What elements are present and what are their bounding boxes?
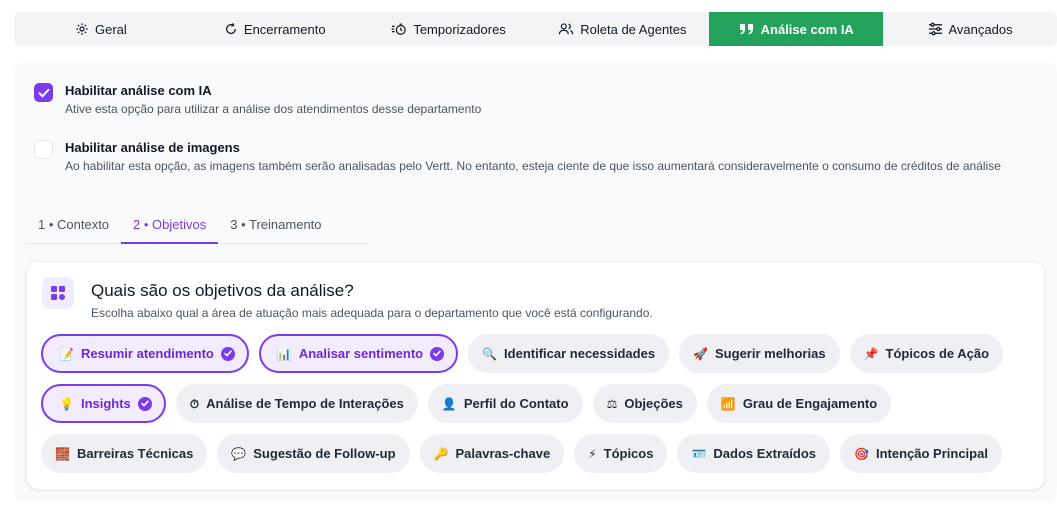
users-icon bbox=[558, 22, 574, 36]
chip-emoji-icon: 📶 bbox=[720, 396, 736, 411]
image-analysis-description: Ao habilitar esta opção, as imagens tamb… bbox=[65, 159, 1001, 173]
step-objetivos[interactable]: 2 • Objetivos bbox=[121, 206, 219, 244]
tab-encerramento[interactable]: Encerramento bbox=[188, 12, 362, 46]
objective-chips: 📝 Resumir atendimento 📊 Analisar sentimento… bbox=[41, 334, 1031, 484]
chip-row: 💡 Insights ⏱ Análise de Tempo de Interações… bbox=[41, 384, 1031, 423]
tab-label: Roleta de Agentes bbox=[580, 21, 687, 37]
objective-chip[interactable]: 👤 Perfil do Contato bbox=[427, 384, 583, 423]
chip-label: Dados Extraídos bbox=[713, 446, 817, 461]
image-analysis-checkbox[interactable] bbox=[34, 140, 53, 159]
objective-chip[interactable]: 💡 Insights bbox=[41, 384, 166, 423]
chip-label: Barreiras Técnicas bbox=[76, 446, 194, 461]
chip-label: Grau de Engajamento bbox=[742, 396, 878, 411]
step-contexto[interactable]: 1 • Contexto bbox=[26, 206, 121, 242]
step-treinamento[interactable]: 3 • Treinamento bbox=[218, 206, 333, 242]
tab-temporizadores[interactable]: Temporizadores bbox=[362, 12, 536, 46]
chip-row: 📝 Resumir atendimento 📊 Analisar sentimento… bbox=[41, 334, 1031, 373]
image-analysis-title: Habilitar análise de imagens bbox=[65, 140, 240, 155]
tab-label: Temporizadores bbox=[413, 21, 506, 37]
tab-analise-com-ia[interactable]: Análise com IA bbox=[709, 12, 884, 46]
chip-label: Análise de Tempo de Interações bbox=[206, 396, 404, 411]
chip-emoji-icon: ⚡ bbox=[588, 446, 597, 461]
objective-chip[interactable]: 📝 Resumir atendimento bbox=[41, 334, 249, 373]
objective-chip[interactable]: 🧱 Barreiras Técnicas bbox=[41, 434, 208, 473]
chip-label: Analisar sentimento bbox=[298, 346, 424, 361]
chip-label: Sugerir melhorias bbox=[715, 346, 826, 361]
chip-label: Palavras-chave bbox=[455, 446, 551, 461]
chip-label: Objeções bbox=[624, 396, 683, 411]
chip-emoji-icon: 💡 bbox=[59, 396, 74, 411]
timer-icon bbox=[391, 22, 407, 36]
objective-chip[interactable]: 💬 Sugestão de Follow-up bbox=[217, 434, 410, 473]
gear-icon bbox=[75, 22, 89, 36]
ai-analysis-text: Habilitar análise com IA Ative esta opçã… bbox=[65, 82, 481, 117]
chip-emoji-icon: 🪪 bbox=[691, 446, 707, 461]
chip-label: Perfil do Contato bbox=[463, 396, 569, 411]
objective-chip[interactable]: ⚖ Objeções bbox=[592, 384, 697, 423]
chip-label: Tópicos de Ação bbox=[885, 346, 990, 361]
tab-label: Análise com IA bbox=[760, 21, 854, 37]
ai-analysis-option: Habilitar análise com IA Ative esta opçã… bbox=[34, 82, 481, 117]
objective-chip[interactable]: 🪪 Dados Extraídos bbox=[677, 434, 831, 473]
objective-chip[interactable]: 📊 Analisar sentimento bbox=[258, 334, 459, 373]
chip-label: Tópicos bbox=[603, 446, 654, 461]
chip-emoji-icon: 🎯 bbox=[854, 446, 869, 461]
grid-icon bbox=[42, 277, 74, 309]
objectives-title: Quais são os objetivos da análise? bbox=[91, 281, 354, 300]
quote-icon bbox=[739, 23, 755, 35]
image-analysis-option: Habilitar análise de imagens Ao habilita… bbox=[34, 139, 1044, 174]
tab-geral[interactable]: Geral bbox=[14, 12, 188, 46]
selected-check-icon bbox=[137, 396, 152, 411]
ai-analysis-panel: Habilitar análise com IA Ative esta opçã… bbox=[14, 62, 1057, 502]
ai-analysis-title: Habilitar análise com IA bbox=[65, 83, 212, 98]
chip-row: 🧱 Barreiras Técnicas 💬 Sugestão de Follow-u… bbox=[41, 434, 1031, 473]
chip-label: Intenção Principal bbox=[875, 446, 988, 461]
objective-chip[interactable]: ⚡ Tópicos bbox=[574, 434, 668, 473]
image-analysis-text: Habilitar análise de imagens Ao habilita… bbox=[65, 139, 1001, 174]
tab-avancados[interactable]: Avançados bbox=[883, 12, 1057, 46]
objective-chip[interactable]: 🎯 Intenção Principal bbox=[840, 434, 1002, 473]
selected-check-icon bbox=[220, 346, 235, 361]
chip-emoji-icon: 🧱 bbox=[55, 446, 70, 461]
selected-check-icon bbox=[430, 346, 445, 361]
circle-arrow-icon bbox=[224, 22, 238, 36]
chip-emoji-icon: 🔍 bbox=[482, 346, 498, 361]
chip-emoji-icon: ⚖ bbox=[606, 396, 618, 411]
chip-label: Identificar necessidades bbox=[504, 346, 656, 361]
chip-label: Insights bbox=[80, 396, 131, 411]
objectives-subtitle: Escolha abaixo qual a área de atuação ma… bbox=[91, 306, 653, 320]
objective-chip[interactable]: 📌 Tópicos de Ação bbox=[849, 334, 1004, 373]
step-tabs: 1 • Contexto 2 • Objetivos 3 • Treinamen… bbox=[26, 206, 370, 244]
objective-chip[interactable]: 🔍 Identificar necessidades bbox=[468, 334, 670, 373]
chip-emoji-icon: 👤 bbox=[441, 396, 457, 411]
objective-chip[interactable]: 🚀 Sugerir melhorias bbox=[679, 334, 840, 373]
chip-emoji-icon: ⏱ bbox=[189, 396, 200, 411]
objective-chip[interactable]: 📶 Grau de Engajamento bbox=[706, 384, 892, 423]
objective-chip[interactable]: 🔑 Palavras-chave bbox=[419, 434, 565, 473]
objectives-card: Quais são os objetivos da análise? Escol… bbox=[26, 261, 1045, 490]
chip-emoji-icon: 📝 bbox=[59, 346, 74, 361]
check-icon bbox=[38, 88, 49, 97]
ai-analysis-checkbox[interactable] bbox=[34, 83, 53, 102]
chip-emoji-icon: 🚀 bbox=[693, 346, 709, 361]
ai-analysis-description: Ative esta opção para utilizar a análise… bbox=[65, 102, 482, 116]
chip-emoji-icon: 💬 bbox=[231, 446, 247, 461]
chip-emoji-icon: 📊 bbox=[276, 346, 292, 361]
tab-label: Avançados bbox=[948, 21, 1013, 37]
tab-label: Encerramento bbox=[243, 21, 326, 37]
sliders-icon bbox=[928, 22, 943, 36]
tab-label: Geral bbox=[95, 21, 127, 37]
objective-chip[interactable]: ⏱ Análise de Tempo de Interações bbox=[175, 384, 418, 423]
chip-label: Sugestão de Follow-up bbox=[253, 446, 396, 461]
chip-label: Resumir atendimento bbox=[80, 346, 214, 361]
chip-emoji-icon: 🔑 bbox=[433, 446, 449, 461]
settings-tabbar: Geral Encerramento Temporizadores Roleta… bbox=[14, 12, 1057, 46]
tab-roleta-de-agentes[interactable]: Roleta de Agentes bbox=[535, 12, 709, 46]
chip-emoji-icon: 📌 bbox=[863, 346, 879, 361]
